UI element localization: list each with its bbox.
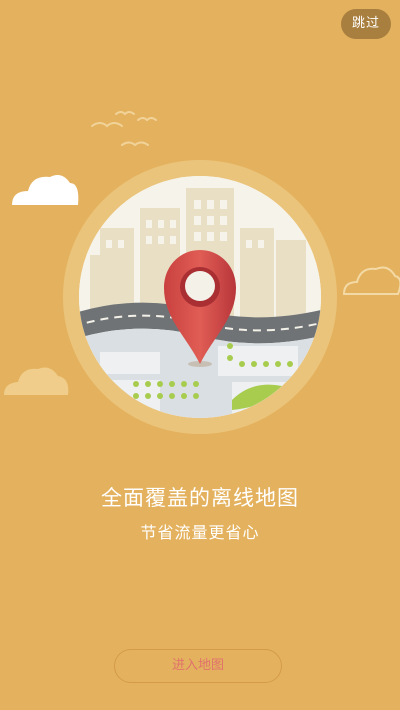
cloud-icon: [12, 175, 79, 205]
intro-headline: 全面覆盖的离线地图: [101, 486, 299, 510]
intro-subline: 节省流量更省心: [140, 523, 260, 542]
enter-map-button[interactable]: 进入地图: [114, 649, 282, 683]
cloud-icon: [4, 367, 69, 395]
cloud-icon: [342, 266, 400, 295]
onboarding-screen: 跳过 全面覆盖的离线地图 节省流量更省心 进入地图: [0, 0, 400, 710]
offline-map-illustration: [4, 111, 400, 434]
bird-icon: [91, 111, 157, 147]
